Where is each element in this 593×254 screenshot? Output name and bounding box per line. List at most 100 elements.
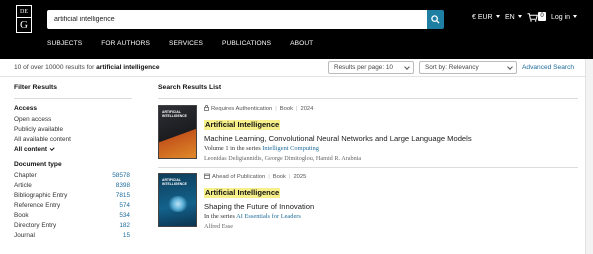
filter-count: 534	[119, 212, 130, 219]
logo-top-text: DE	[17, 6, 31, 18]
nav-item-subjects[interactable]: SUBJECTS	[47, 40, 82, 47]
top-header: DE G € EUR EN 0 Log in SUBJECTS F	[0, 0, 593, 59]
result-details: Requires Authentication | Book | 2024 Artifi…	[204, 105, 574, 164]
result-title-link[interactable]: Artificial Intelligence	[204, 120, 281, 130]
result-subtitle: Machine Learning, Convolutional Neural N…	[204, 134, 472, 143]
filter-label: Book	[14, 212, 29, 219]
cart-button[interactable]: 0	[527, 12, 546, 22]
advanced-search-link[interactable]: Advanced Search	[522, 64, 574, 71]
series-link[interactable]: Intelligent Computing	[262, 145, 319, 152]
divider	[14, 98, 132, 99]
document-type-heading: Document type	[14, 161, 62, 168]
series-prefix: Volume 1 in the series	[204, 145, 261, 152]
sort-label: Sort by: Relevancy	[425, 64, 479, 71]
series-prefix: In the series	[204, 213, 235, 220]
filter-open-access[interactable]: Open access	[14, 115, 132, 125]
result-authors: Alfred Esse	[204, 223, 234, 230]
results-count: 10 of over 10000 results for artificial …	[14, 64, 160, 71]
sort-select[interactable]: Sort by: Relevancy	[419, 61, 517, 74]
filter-journal[interactable]: Journal 15	[14, 231, 132, 241]
cover-graphic	[168, 196, 188, 212]
result-subtitle: Shaping the Future of Innovation	[204, 202, 315, 211]
nav-item-about[interactable]: ABOUT	[290, 40, 313, 47]
search-icon	[431, 15, 440, 24]
filter-all-available-content[interactable]: All available content	[14, 135, 132, 145]
search-results: Search Results List ARTIFICIAL INTELLIGEN…	[158, 84, 578, 239]
series-link[interactable]: AI Essentials for Leaders	[236, 213, 301, 220]
divider	[158, 98, 578, 99]
results-query: artificial intelligence	[96, 64, 160, 71]
filter-count: 8398	[115, 182, 130, 189]
result-details: Ahead of Publication | Book | 2025 Artificia…	[204, 173, 574, 232]
result-type: Book	[279, 106, 293, 112]
logo-bottom-text: G	[20, 19, 28, 31]
filter-label: Bibliographic Entry	[14, 192, 68, 199]
degruyter-logo[interactable]: DE G	[16, 5, 32, 33]
filter-label: Open access	[14, 116, 52, 123]
currency-label: € EUR	[472, 14, 493, 21]
filter-reference-entry[interactable]: Reference Entry 574	[14, 201, 132, 211]
chevron-down-icon	[573, 15, 578, 18]
access-label: Requires Authentication	[211, 106, 273, 112]
cart-icon: 0	[527, 12, 546, 22]
result-year: 2024	[300, 106, 314, 112]
filter-book[interactable]: Book 534	[14, 211, 132, 221]
filter-label: Article	[14, 182, 32, 189]
access-label: Ahead of Publication	[212, 174, 266, 180]
main-nav: SUBJECTS FOR AUTHORS SERVICES PUBLICATIO…	[47, 40, 332, 47]
chevron-down-icon	[507, 64, 513, 70]
filter-label: Journal	[14, 232, 35, 239]
filter-chapter[interactable]: Chapter 58578	[14, 171, 132, 181]
chevron-down-icon	[495, 15, 500, 18]
divider	[158, 167, 578, 168]
results-per-page-select[interactable]: Results per page: 10	[328, 61, 414, 74]
cart-count-badge: 0	[538, 12, 546, 21]
filter-article[interactable]: Article 8398	[14, 181, 132, 191]
cover-title: ARTIFICIAL INTELLIGENCE	[162, 110, 187, 118]
currency-selector[interactable]: € EUR	[472, 14, 500, 21]
login-button[interactable]: Log in	[551, 14, 578, 21]
nav-item-for-authors[interactable]: FOR AUTHORS	[101, 40, 150, 47]
result-meta: Ahead of Publication | Book | 2025	[204, 173, 574, 182]
filter-bibliographic-entry[interactable]: Bibliographic Entry 7815	[14, 191, 132, 201]
lock-icon	[204, 105, 209, 111]
checkmark-icon	[49, 145, 55, 151]
search-bar	[47, 10, 444, 29]
filter-count: 58578	[112, 172, 130, 179]
chevron-down-icon	[404, 64, 410, 70]
filter-sidebar: Filter Results Access Open access Public…	[14, 84, 132, 241]
filter-label: Directory Entry	[14, 222, 57, 229]
calendar-icon	[204, 173, 210, 179]
nav-item-services[interactable]: SERVICES	[169, 40, 203, 47]
access-heading: Access	[14, 105, 38, 112]
book-cover[interactable]: ARTIFICIAL INTELLIGENCE	[158, 173, 197, 227]
result-series: In the series AI Essentials for Leaders	[204, 212, 574, 222]
book-cover[interactable]: ARTIFICIAL INTELLIGENCE	[158, 105, 197, 159]
filter-directory-entry[interactable]: Directory Entry 182	[14, 221, 132, 231]
result-item: ARTIFICIAL INTELLIGENCE Requires Authenti…	[158, 103, 578, 171]
result-item: ARTIFICIAL INTELLIGENCE Ahead of Publicat…	[158, 171, 578, 239]
filter-title: Filter Results	[14, 84, 58, 91]
filter-label: Reference Entry	[14, 202, 61, 209]
filter-publicly-available[interactable]: Publicly available	[14, 125, 132, 135]
result-meta: Requires Authentication | Book | 2024	[204, 105, 574, 114]
result-title-link[interactable]: Artificial Intelligence	[204, 188, 281, 198]
page-scrollbar[interactable]	[585, 59, 593, 254]
chevron-down-icon	[517, 15, 522, 18]
filter-all-content[interactable]: All content	[14, 145, 132, 155]
result-type: Book	[272, 174, 286, 180]
filter-label: Chapter	[14, 172, 37, 179]
nav-item-publications[interactable]: PUBLICATIONS	[222, 40, 271, 47]
filter-count: 15	[122, 232, 130, 239]
search-button[interactable]	[427, 10, 444, 29]
login-label: Log in	[551, 14, 571, 21]
language-selector[interactable]: EN	[505, 14, 522, 21]
language-label: EN	[505, 14, 515, 21]
search-input[interactable]	[47, 10, 427, 29]
filter-count: 7815	[115, 192, 130, 199]
cover-title: ARTIFICIAL INTELLIGENCE	[162, 178, 187, 186]
filter-label: All available content	[14, 136, 71, 143]
results-bar: 10 of over 10000 results for artificial …	[0, 59, 593, 77]
results-count-prefix: 10 of over 10000 results for	[14, 64, 95, 71]
result-authors: Leonidas Deligiannidis, George Dimitoglo…	[204, 155, 362, 162]
